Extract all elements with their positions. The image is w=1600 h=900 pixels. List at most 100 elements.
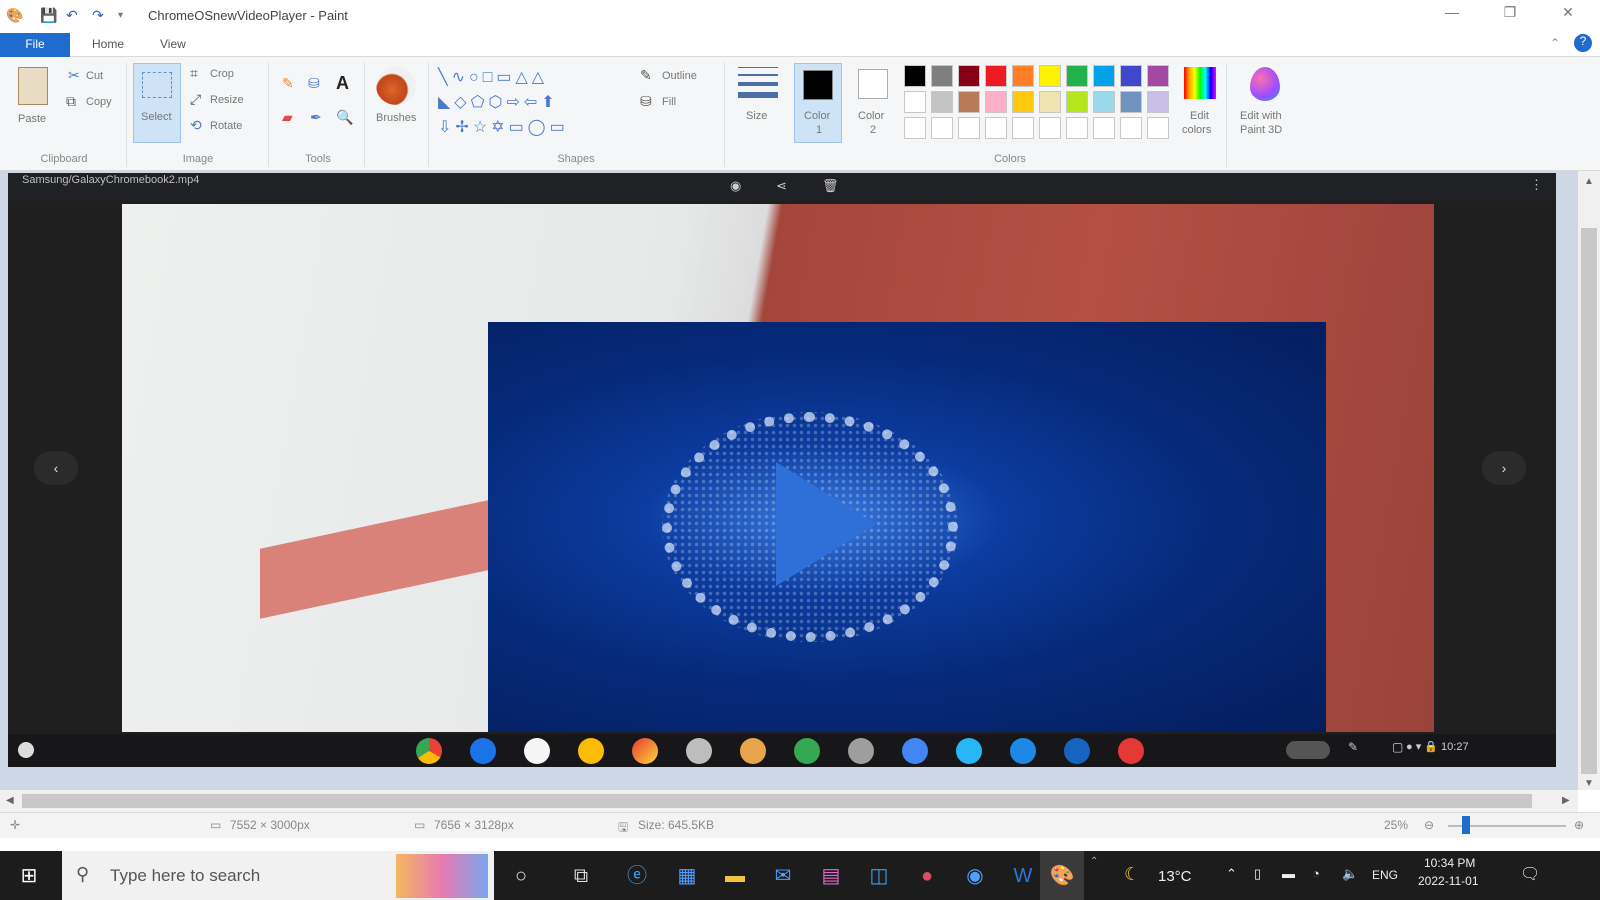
redo-icon[interactable]: ↷	[92, 7, 104, 24]
clock-time[interactable]: 10:34 PM	[1424, 856, 1475, 870]
outline-dropdown[interactable]: Outline	[662, 70, 697, 82]
store-icon[interactable]: ▦	[672, 862, 702, 890]
mail-icon[interactable]: ✉	[768, 862, 798, 890]
cortana-icon[interactable]: ○	[506, 862, 536, 890]
palette-swatch[interactable]	[931, 91, 953, 113]
scroll-up-icon[interactable]: ▲	[1584, 176, 1594, 187]
file-explorer-icon[interactable]: ▬	[720, 862, 750, 890]
shapes-gallery[interactable]: ╲∿○□▭△△ ◣◇⬠⬡⇨⇦⬆ ⇩✢☆✡▭◯▭	[438, 65, 624, 141]
pencil-icon[interactable]: ✎	[282, 75, 294, 92]
brushes-button[interactable]: Brushes	[376, 112, 416, 124]
palette-swatch[interactable]	[985, 91, 1007, 113]
record-icon[interactable]: ●	[912, 862, 942, 890]
rotate-button[interactable]: Rotate	[210, 120, 242, 132]
tab-file[interactable]: File	[0, 33, 70, 57]
palette-swatch[interactable]	[1039, 91, 1061, 113]
palette-swatch[interactable]	[1066, 117, 1088, 139]
palette-swatch[interactable]	[985, 117, 1007, 139]
collapse-ribbon-icon[interactable]: ⌃	[1550, 36, 1560, 50]
paint3d-line1[interactable]: Edit with	[1240, 110, 1282, 122]
word-icon[interactable]: W	[1008, 862, 1038, 890]
color-picker-icon[interactable]: ✒	[310, 109, 322, 126]
tab-view[interactable]: View	[146, 33, 200, 57]
copy-button[interactable]: Copy	[86, 96, 112, 108]
app-icon[interactable]: ◫	[864, 862, 894, 890]
palette-swatch[interactable]	[1012, 91, 1034, 113]
edit-colors-line1[interactable]: Edit	[1190, 110, 1209, 122]
customize-qat-icon[interactable]: ▾	[118, 10, 123, 21]
select-button[interactable]	[133, 63, 181, 143]
palette-swatch[interactable]	[1012, 117, 1034, 139]
magnifier-icon[interactable]: 🔍	[336, 109, 353, 126]
palette-swatch[interactable]	[1147, 65, 1169, 87]
fill-dropdown[interactable]: Fill	[662, 96, 676, 108]
palette-swatch[interactable]	[1093, 91, 1115, 113]
wifi-icon[interactable]: ◔	[1312, 866, 1320, 881]
restore-button[interactable]: ❐	[1490, 4, 1530, 26]
palette-swatch[interactable]	[1012, 65, 1034, 87]
palette-swatch[interactable]	[931, 117, 953, 139]
text-tool-icon[interactable]: A	[336, 73, 349, 94]
palette-swatch[interactable]	[958, 91, 980, 113]
resize-button[interactable]: Resize	[210, 94, 244, 106]
palette-swatch[interactable]	[1066, 91, 1088, 113]
size-icon[interactable]	[738, 67, 778, 103]
palette-swatch[interactable]	[1093, 117, 1115, 139]
app-icon[interactable]: ▤	[816, 862, 846, 890]
palette-swatch[interactable]	[1120, 65, 1142, 87]
crop-button[interactable]: Crop	[210, 68, 234, 80]
paste-button[interactable]: Paste	[18, 113, 46, 125]
weather-icon[interactable]: ☾	[1124, 864, 1140, 885]
fill-bucket-icon[interactable]: ⛁	[308, 75, 320, 92]
search-highlight-image[interactable]	[396, 854, 488, 898]
network-drive-icon[interactable]: ▬	[1282, 866, 1295, 881]
vertical-scroll-thumb[interactable]	[1581, 228, 1597, 774]
horizontal-scroll-thumb[interactable]	[22, 794, 1532, 808]
brushes-icon[interactable]	[376, 67, 416, 105]
tab-home[interactable]: Home	[78, 33, 138, 57]
zoom-out-icon[interactable]: ⊖	[1424, 818, 1434, 832]
palette-swatch[interactable]	[958, 117, 980, 139]
palette-swatch[interactable]	[931, 65, 953, 87]
size-button[interactable]: Size	[746, 110, 767, 122]
minimize-button[interactable]: —	[1432, 4, 1472, 26]
palette-swatch[interactable]	[904, 117, 926, 139]
palette-swatch[interactable]	[1147, 117, 1169, 139]
tray-expand-icon[interactable]: ⌃	[1226, 866, 1237, 882]
eraser-icon[interactable]: ▰	[282, 109, 293, 126]
windows-start-icon[interactable]: ⊞	[14, 862, 44, 890]
palette-swatch[interactable]	[904, 65, 926, 87]
save-icon[interactable]: 💾	[40, 7, 57, 24]
task-view-icon[interactable]: ⧉	[566, 862, 596, 890]
weather-temp[interactable]: 13°C	[1158, 868, 1192, 885]
edit-colors-line2[interactable]: colors	[1182, 124, 1211, 136]
taskbar-overflow-icon[interactable]: ⌃	[1090, 856, 1098, 867]
zoom-slider-thumb[interactable]	[1462, 816, 1470, 834]
palette-swatch[interactable]	[1093, 65, 1115, 87]
scroll-right-icon[interactable]: ▶	[1562, 795, 1570, 806]
close-button[interactable]: ✕	[1548, 4, 1588, 26]
search-placeholder[interactable]: Type here to search	[110, 866, 260, 886]
palette-swatch[interactable]	[1147, 91, 1169, 113]
palette-swatch[interactable]	[985, 65, 1007, 87]
language-indicator[interactable]: ENG	[1372, 868, 1398, 882]
palette-swatch[interactable]	[958, 65, 980, 87]
palette-swatch[interactable]	[1120, 91, 1142, 113]
palette-swatch[interactable]	[1039, 117, 1061, 139]
zoom-in-icon[interactable]: ⊕	[1574, 818, 1584, 832]
scroll-down-icon[interactable]: ▼	[1584, 778, 1594, 789]
volume-icon[interactable]: 🔈	[1342, 866, 1358, 882]
battery-icon[interactable]: ▯	[1254, 866, 1261, 882]
paste-icon[interactable]	[18, 67, 48, 105]
edge-icon[interactable]: ⓔ	[622, 862, 652, 890]
paint3d-line2[interactable]: Paint 3D	[1240, 124, 1282, 136]
color2-swatch[interactable]	[858, 69, 888, 99]
palette-swatch[interactable]	[1039, 65, 1061, 87]
palette-swatch[interactable]	[1066, 65, 1088, 87]
notifications-icon[interactable]: 🗨	[1520, 864, 1540, 884]
app-icon[interactable]: ◉	[960, 862, 990, 890]
scroll-left-icon[interactable]: ◀	[6, 795, 14, 806]
palette-swatch[interactable]	[904, 91, 926, 113]
clock-date[interactable]: 2022-11-01	[1418, 874, 1479, 888]
cut-button[interactable]: Cut	[86, 70, 103, 82]
